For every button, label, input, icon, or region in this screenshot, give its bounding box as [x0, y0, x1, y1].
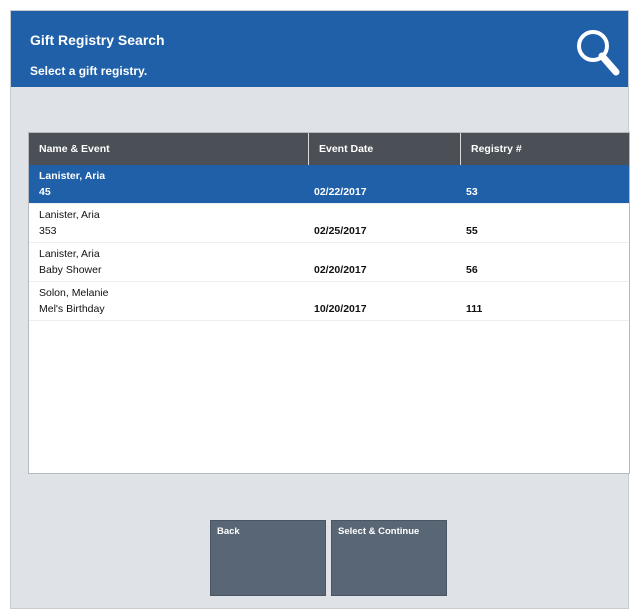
table-row[interactable]: Lanister, Aria 353 02/25/2017 55	[29, 204, 629, 243]
column-header-registry: Registry #	[471, 143, 522, 155]
registry-table: Name & Event Event Date Registry # Lanis…	[28, 132, 630, 474]
row-registry: 56	[466, 264, 478, 276]
row-name: Solon, Melanie	[39, 287, 109, 299]
row-event: Mel's Birthday	[39, 303, 105, 315]
app-window: Gift Registry Search Select a gift regis…	[10, 10, 630, 609]
table-row[interactable]: Solon, Melanie Mel's Birthday 10/20/2017…	[29, 282, 629, 321]
table-row[interactable]: Lanister, Aria Baby Shower 02/20/2017 56	[29, 243, 629, 282]
row-date: 02/22/2017	[314, 186, 367, 198]
row-name: Lanister, Aria	[39, 170, 106, 182]
row-date: 10/20/2017	[314, 303, 367, 315]
table-row[interactable]: Lanister, Aria 45 02/22/2017 53	[29, 165, 629, 204]
page-title: Gift Registry Search	[30, 32, 165, 48]
action-buttons: Back Select & Continue	[210, 520, 447, 596]
table-header: Name & Event Event Date Registry #	[29, 133, 629, 165]
row-name: Lanister, Aria	[39, 209, 100, 221]
row-date: 02/25/2017	[314, 225, 367, 237]
column-header-event-date: Event Date	[309, 133, 461, 165]
row-event: Baby Shower	[39, 264, 102, 276]
select-continue-button[interactable]: Select & Continue	[331, 520, 447, 596]
row-registry: 53	[466, 186, 478, 198]
row-date: 02/20/2017	[314, 264, 367, 276]
page-subtitle: Select a gift registry.	[30, 64, 148, 78]
row-event: 45	[39, 186, 51, 198]
column-header-name-event: Name & Event	[29, 133, 309, 165]
header-bar: Gift Registry Search Select a gift regis…	[11, 11, 628, 87]
row-registry: 55	[466, 225, 478, 237]
search-icon	[577, 30, 620, 76]
row-registry: 111	[466, 303, 483, 315]
row-event: 353	[39, 225, 57, 237]
back-button[interactable]: Back	[210, 520, 326, 596]
row-name: Lanister, Aria	[39, 248, 100, 260]
